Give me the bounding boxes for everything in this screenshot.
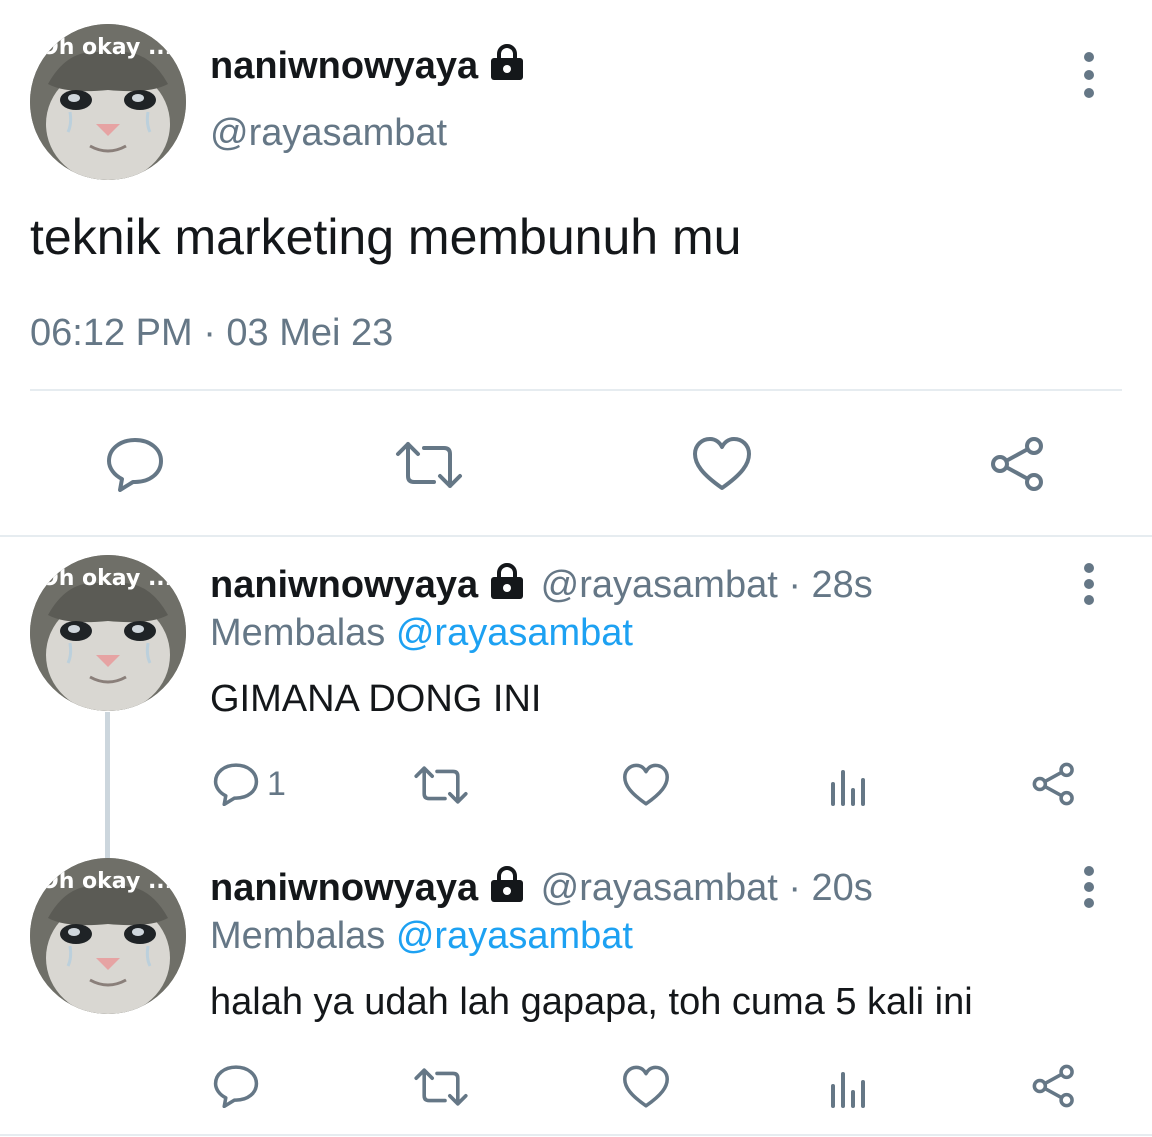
reply-header: naniwnowyaya @rayasambat · 28s bbox=[210, 563, 873, 607]
analytics-button[interactable] bbox=[828, 764, 870, 806]
like-button[interactable] bbox=[692, 436, 752, 492]
share-button[interactable] bbox=[1030, 1064, 1078, 1108]
avatar[interactable]: Oh okay ... bbox=[30, 24, 186, 180]
crying-cat-avatar: Oh okay ... bbox=[30, 24, 186, 180]
tweet-text: teknik marketing membunuh mu bbox=[30, 209, 742, 265]
share-icon bbox=[1032, 1064, 1074, 1108]
user-handle[interactable]: @rayasambat bbox=[210, 112, 447, 155]
reply-button[interactable] bbox=[106, 436, 164, 492]
analytics-icon bbox=[831, 770, 865, 806]
replying-to: Membalas @rayasambat bbox=[210, 915, 633, 957]
avatar[interactable]: Oh okay ... bbox=[30, 555, 186, 711]
svg-text:Oh okay ...: Oh okay ... bbox=[40, 566, 173, 591]
share-icon bbox=[991, 437, 1043, 491]
more-options-icon[interactable] bbox=[1077, 563, 1101, 611]
share-button[interactable] bbox=[988, 436, 1048, 492]
like-button[interactable] bbox=[622, 763, 670, 807]
display-name[interactable]: naniwnowyaya bbox=[210, 564, 478, 606]
retweet-button[interactable] bbox=[394, 440, 464, 490]
retweet-button[interactable] bbox=[413, 1067, 469, 1107]
handle-time: @rayasambat · 20s bbox=[540, 867, 873, 909]
more-options-icon[interactable] bbox=[1077, 866, 1101, 914]
like-icon bbox=[623, 1065, 669, 1108]
svg-text:Oh okay ...: Oh okay ... bbox=[40, 869, 173, 894]
reply-icon bbox=[213, 763, 259, 806]
replying-to: Membalas @rayasambat bbox=[210, 612, 633, 654]
mention-link[interactable]: @rayasambat bbox=[396, 612, 633, 654]
analytics-icon bbox=[831, 1072, 865, 1108]
reply-button[interactable] bbox=[213, 1064, 259, 1108]
lock-icon bbox=[491, 44, 524, 80]
reply-icon bbox=[213, 1065, 259, 1108]
display-name[interactable]: naniwnowyaya bbox=[210, 44, 526, 88]
lock-icon bbox=[491, 563, 524, 599]
crying-cat-avatar: Oh okay ... bbox=[30, 858, 186, 1014]
retweet-button[interactable] bbox=[413, 765, 469, 805]
crying-cat-avatar: Oh okay ... bbox=[30, 555, 186, 711]
like-icon bbox=[693, 437, 751, 490]
more-options-icon[interactable] bbox=[1077, 52, 1101, 100]
analytics-button[interactable] bbox=[828, 1066, 870, 1108]
like-icon bbox=[623, 763, 669, 806]
like-button[interactable] bbox=[622, 1065, 670, 1109]
handle-time: @rayasambat · 28s bbox=[540, 564, 873, 606]
reply-count: 1 bbox=[267, 764, 286, 803]
retweet-icon bbox=[414, 766, 468, 804]
mention-link[interactable]: @rayasambat bbox=[396, 915, 633, 957]
retweet-icon bbox=[396, 442, 462, 488]
reply-text: GIMANA DONG INI bbox=[210, 678, 542, 720]
tweet-timestamp: 06:12 PM · 03 Mei 23 bbox=[30, 312, 394, 354]
divider bbox=[30, 389, 1122, 391]
display-name[interactable]: naniwnowyaya bbox=[210, 867, 478, 909]
lock-icon bbox=[491, 866, 524, 902]
divider bbox=[0, 535, 1152, 537]
retweet-icon bbox=[414, 1068, 468, 1106]
reply-text: halah ya udah lah gapapa, toh cuma 5 kal… bbox=[210, 981, 973, 1023]
avatar[interactable]: Oh okay ... bbox=[30, 858, 186, 1014]
share-button[interactable] bbox=[1030, 762, 1078, 806]
reply-icon bbox=[107, 438, 163, 492]
svg-text:Oh okay ...: Oh okay ... bbox=[40, 35, 173, 60]
share-icon bbox=[1032, 762, 1074, 806]
reply-button[interactable]: 1 bbox=[213, 762, 286, 806]
divider bbox=[0, 1134, 1152, 1136]
reply-header: naniwnowyaya @rayasambat · 20s bbox=[210, 866, 873, 910]
thread-line bbox=[105, 712, 110, 858]
